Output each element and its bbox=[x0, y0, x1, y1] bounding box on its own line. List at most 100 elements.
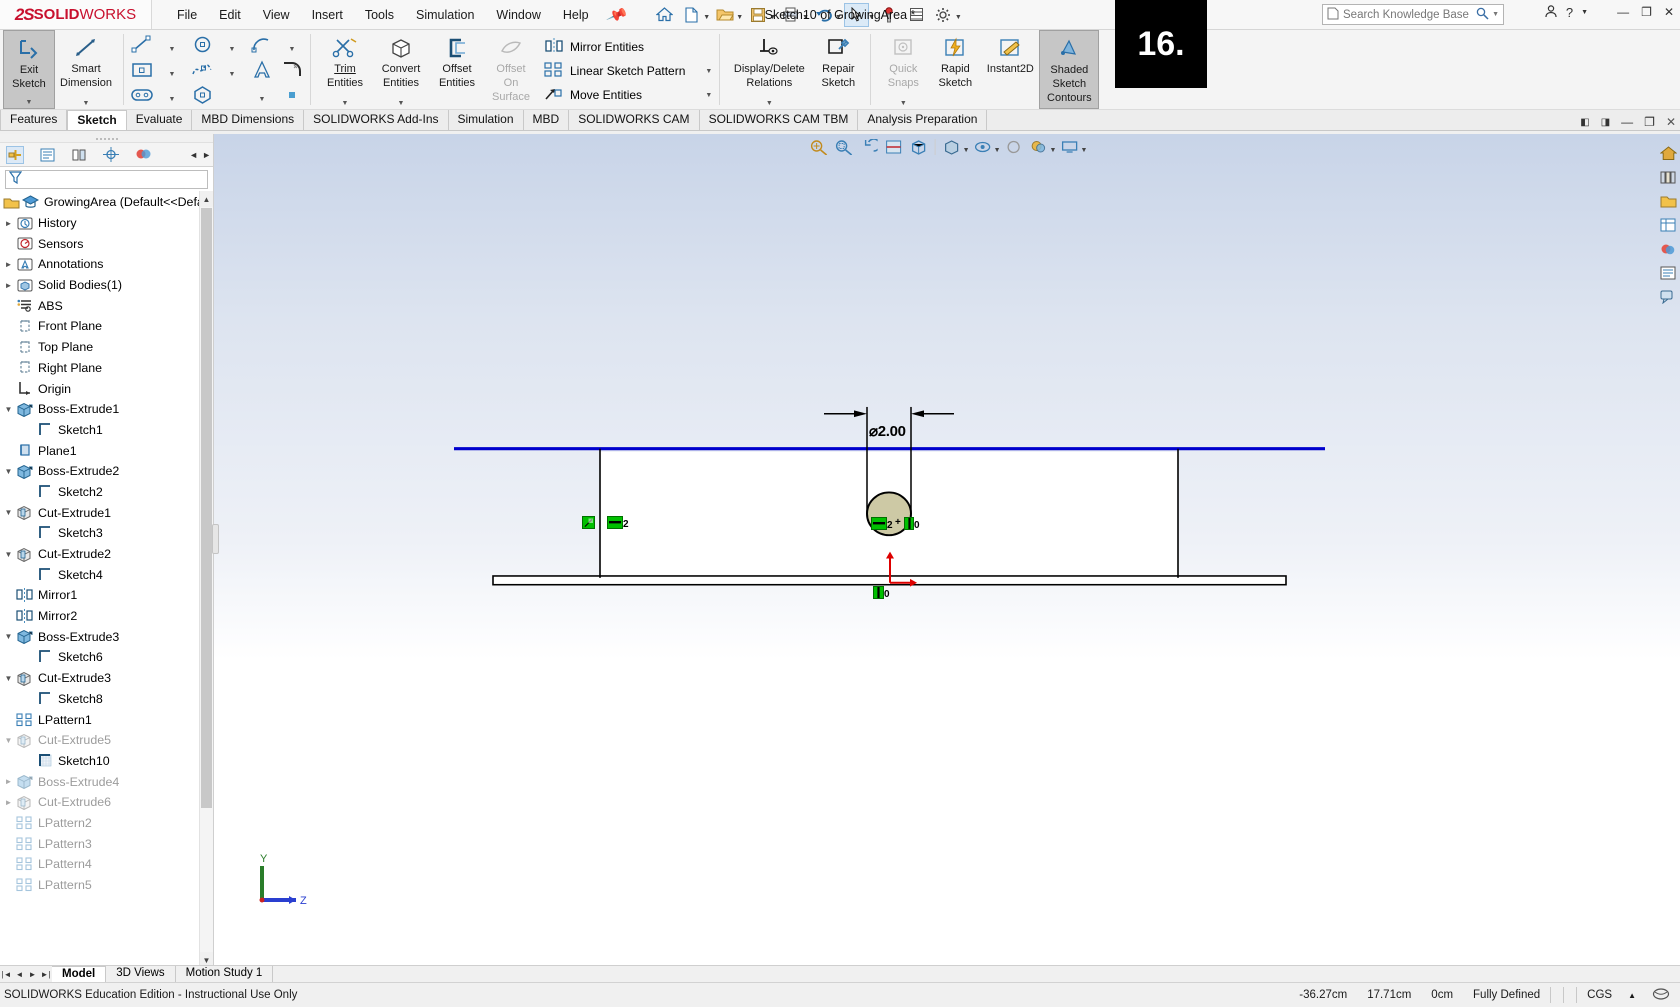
panel-grab-handle[interactable] bbox=[0, 134, 213, 143]
tree-collapse-arrow-icon[interactable]: ▼ bbox=[2, 508, 15, 517]
polygon-tool-caret[interactable] bbox=[217, 83, 247, 107]
relation-vertical-icon-origin[interactable] bbox=[873, 586, 884, 599]
tree-item-sketch8[interactable]: Sketch8 bbox=[0, 689, 213, 710]
tab-features[interactable]: Features bbox=[0, 110, 68, 130]
tree-scroll-thumb[interactable] bbox=[201, 208, 212, 808]
zoom-to-fit-icon[interactable] bbox=[807, 136, 831, 158]
exit-sketch-button[interactable]: Exit Sketch ▼ bbox=[3, 30, 55, 109]
options-gear-icon[interactable] bbox=[931, 3, 956, 27]
arc-tool-caret[interactable]: ▼ bbox=[277, 33, 307, 57]
appearances-scenes-icon[interactable] bbox=[1657, 238, 1679, 260]
point-tool-icon[interactable] bbox=[277, 83, 307, 107]
tree-item-cut-extrude6[interactable]: ► Cut-Extrude6 bbox=[0, 792, 213, 813]
linear-sketch-pattern-button[interactable]: Linear Sketch Pattern ▼ bbox=[540, 59, 716, 83]
restore-button[interactable]: ❐ bbox=[1641, 5, 1652, 19]
tree-item-sketch4[interactable]: Sketch4 bbox=[0, 564, 213, 585]
tree-scroll-up-icon[interactable]: ▲ bbox=[200, 191, 213, 207]
tab-evaluate[interactable]: Evaluate bbox=[127, 110, 193, 130]
design-library-icon[interactable] bbox=[1657, 166, 1679, 188]
view-palette-icon[interactable] bbox=[1657, 214, 1679, 236]
tree-root-item[interactable]: GrowingArea (Default<<Defau bbox=[0, 192, 213, 213]
menu-help[interactable]: Help bbox=[552, 4, 600, 26]
slot-tool-caret[interactable]: ▼ bbox=[157, 83, 187, 107]
relation-fix-icon[interactable] bbox=[582, 516, 595, 529]
tree-item-top plane[interactable]: Top Plane bbox=[0, 337, 213, 358]
previous-view-icon[interactable] bbox=[857, 136, 881, 158]
tree-item-sketch10[interactable]: Sketch10 bbox=[0, 751, 213, 772]
new-document-icon[interactable] bbox=[679, 3, 704, 27]
zoom-area-icon[interactable] bbox=[832, 136, 856, 158]
tree-item-history[interactable]: ► History bbox=[0, 213, 213, 234]
search-icon[interactable] bbox=[1476, 7, 1489, 23]
doc-close-button[interactable]: ✕ bbox=[1666, 115, 1676, 129]
tab-display-manager[interactable] bbox=[134, 146, 152, 164]
move-entities-caret[interactable]: ▼ bbox=[691, 92, 712, 99]
tree-collapse-arrow-icon[interactable]: ▼ bbox=[2, 736, 15, 745]
new-document-caret[interactable]: ▼ bbox=[703, 14, 710, 21]
menu-file[interactable]: File bbox=[166, 4, 208, 26]
tabs-scroll-left-icon[interactable]: ◄ bbox=[189, 150, 198, 160]
tree-item-cut-extrude3[interactable]: ▼ Cut-Extrude3 bbox=[0, 668, 213, 689]
open-document-icon[interactable] bbox=[712, 3, 737, 27]
offset-entities-button[interactable]: Offset Entities bbox=[429, 30, 485, 109]
tree-collapse-arrow-icon[interactable]: ▼ bbox=[2, 405, 15, 414]
user-account-icon[interactable] bbox=[1544, 4, 1558, 21]
next-pane-icon[interactable]: ◨ bbox=[1601, 117, 1610, 128]
tree-item-lpattern2[interactable]: LPattern2 bbox=[0, 813, 213, 834]
circle-tool-caret[interactable]: ▼ bbox=[217, 33, 247, 57]
tree-item-lpattern3[interactable]: LPattern3 bbox=[0, 833, 213, 854]
tree-item-sketch1[interactable]: Sketch1 bbox=[0, 420, 213, 441]
display-style-caret[interactable]: ▼ bbox=[963, 147, 970, 154]
slot-tool-icon[interactable] bbox=[127, 83, 157, 107]
tab-next-icon[interactable]: ► bbox=[26, 970, 39, 979]
tab-sketch[interactable]: Sketch bbox=[67, 110, 127, 130]
convert-entities-caret[interactable]: ▼ bbox=[398, 100, 405, 109]
search-dropdown-caret[interactable]: ▼ bbox=[1492, 11, 1499, 18]
display-delete-relations-caret[interactable]: ▼ bbox=[766, 100, 773, 109]
view-orientation-icon[interactable] bbox=[907, 136, 931, 158]
tab-analysis-preparation[interactable]: Analysis Preparation bbox=[858, 110, 988, 130]
pushpin-icon[interactable]: 📌 bbox=[605, 3, 629, 26]
tree-item-annotations[interactable]: ► Annotations bbox=[0, 254, 213, 275]
feature-tree[interactable]: GrowingArea (Default<<Defau ► History Sens… bbox=[0, 191, 213, 968]
tree-item-front plane[interactable]: Front Plane bbox=[0, 316, 213, 337]
bottom-tab-model[interactable]: Model bbox=[52, 966, 107, 982]
rectangle-tool-caret[interactable]: ▼ bbox=[157, 58, 187, 82]
menu-window[interactable]: Window bbox=[485, 4, 551, 26]
tree-item-origin[interactable]: Origin bbox=[0, 378, 213, 399]
section-view-icon-hud[interactable] bbox=[882, 136, 906, 158]
tabs-scroll-right-icon[interactable]: ► bbox=[202, 150, 211, 160]
units-caret-icon[interactable]: ▲ bbox=[1622, 991, 1642, 1000]
relation-horizontal-icon-left[interactable] bbox=[607, 516, 623, 529]
close-button[interactable]: ✕ bbox=[1664, 5, 1674, 19]
tree-collapse-arrow-icon[interactable]: ▼ bbox=[2, 467, 15, 476]
tree-item-sketch6[interactable]: Sketch6 bbox=[0, 647, 213, 668]
design-library-home-icon[interactable] bbox=[1657, 142, 1679, 164]
smart-dimension-button[interactable]: Smart Dimension ▼ bbox=[55, 30, 117, 109]
bottom-tab-motion-study-1[interactable]: Motion Study 1 bbox=[176, 966, 274, 982]
tree-item-plane1[interactable]: Plane1 bbox=[0, 440, 213, 461]
tree-item-mirror1[interactable]: Mirror1 bbox=[0, 585, 213, 606]
linear-sketch-pattern-caret[interactable]: ▼ bbox=[691, 68, 712, 75]
relation-vertical-icon-circle[interactable] bbox=[904, 517, 914, 530]
tab-first-icon[interactable]: |◄ bbox=[0, 970, 13, 979]
edit-appearance-icon[interactable] bbox=[1002, 136, 1026, 158]
tab-simulation[interactable]: Simulation bbox=[449, 110, 524, 130]
move-entities-button[interactable]: Move Entities ▼ bbox=[540, 83, 716, 107]
tree-item-lpattern1[interactable]: LPattern1 bbox=[0, 709, 213, 730]
tree-item-lpattern4[interactable]: LPattern4 bbox=[0, 854, 213, 875]
tree-item-sensors[interactable]: Sensors bbox=[0, 233, 213, 254]
tab-feature-tree[interactable] bbox=[6, 145, 24, 164]
panel-splitter-handle[interactable] bbox=[212, 524, 219, 555]
minimize-button[interactable]: — bbox=[1617, 5, 1629, 19]
rapid-sketch-button[interactable]: Rapid Sketch bbox=[929, 30, 981, 109]
tree-item-boss-extrude1[interactable]: ▼ Boss-Extrude1 bbox=[0, 399, 213, 420]
tab-property-manager[interactable] bbox=[38, 146, 56, 164]
mirror-entities-button[interactable]: Mirror Entities bbox=[540, 35, 716, 59]
tree-item-sketch3[interactable]: Sketch3 bbox=[0, 523, 213, 544]
relation-horizontal-icon-circle[interactable] bbox=[871, 517, 887, 530]
view-settings-caret[interactable]: ▼ bbox=[1080, 147, 1087, 154]
apply-scene-caret[interactable]: ▼ bbox=[1050, 147, 1057, 154]
tree-item-abs[interactable]: ABS bbox=[0, 295, 213, 316]
tree-collapse-arrow-icon[interactable]: ▼ bbox=[2, 674, 15, 683]
